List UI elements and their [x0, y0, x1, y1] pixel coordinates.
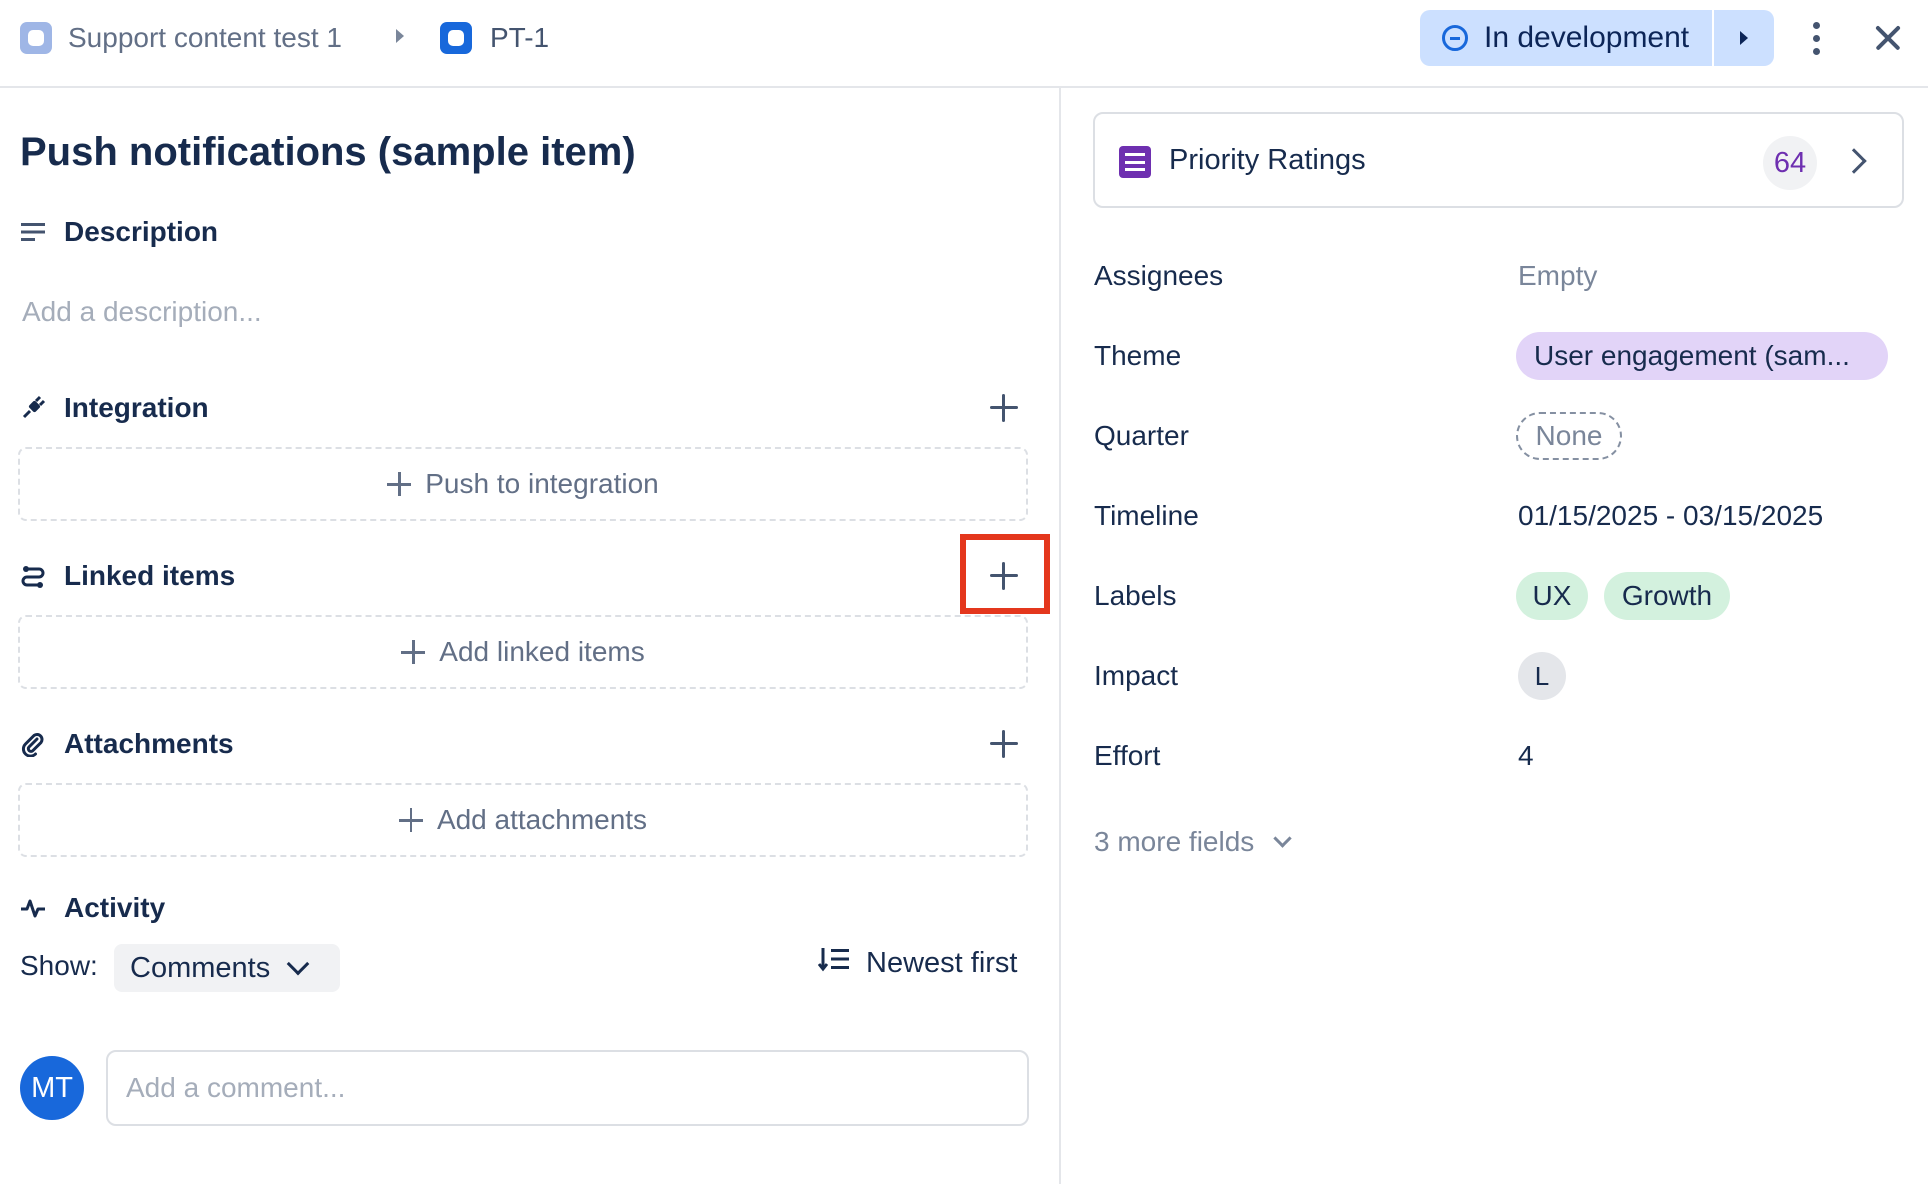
breadcrumb-item[interactable]: PT-1 [490, 20, 549, 56]
plug-icon [20, 395, 46, 421]
label-tag[interactable]: Growth [1604, 572, 1730, 620]
activity-heading-label: Activity [64, 892, 166, 923]
timeline-value[interactable]: 01/15/2025 - 03/15/2025 [1518, 500, 1823, 532]
integration-heading-label: Integration [64, 392, 209, 423]
close-icon[interactable] [1868, 18, 1908, 58]
project-icon [20, 22, 52, 54]
plus-icon [398, 808, 423, 832]
add-linked-items-button[interactable]: Add linked items [18, 615, 1028, 689]
priority-ratings-count: 64 [1763, 136, 1817, 190]
more-fields-label: 3 more fields [1094, 826, 1255, 857]
activity-heading: Activity [20, 888, 165, 928]
add-attachment-button[interactable] [984, 724, 1024, 764]
label-tag[interactable]: UX [1516, 572, 1588, 620]
highlight-annotation [960, 534, 1050, 614]
description-input[interactable]: Add a description... [22, 296, 262, 328]
more-options-icon[interactable] [1800, 16, 1832, 60]
activity-icon [20, 895, 46, 921]
add-linked-items-label: Add linked items [439, 636, 645, 667]
paperclip-icon [20, 731, 46, 758]
quarter-label: Quarter [1094, 420, 1189, 451]
quarter-value[interactable]: None [1516, 412, 1622, 460]
status-transition-button[interactable] [1712, 10, 1774, 66]
chevron-down-icon [1273, 828, 1292, 848]
breadcrumb-separator-icon [396, 29, 404, 43]
in-progress-icon [1442, 25, 1468, 51]
attachments-heading: Attachments [20, 724, 234, 764]
timeline-label: Timeline [1094, 500, 1199, 531]
priority-ratings-label: Priority Ratings [1169, 144, 1366, 176]
add-attachments-button[interactable]: Add attachments [18, 783, 1028, 857]
sort-order-label: Newest first [866, 946, 1018, 979]
labels-label: Labels [1094, 580, 1177, 611]
effort-value[interactable]: 4 [1518, 740, 1534, 772]
chevron-down-icon [286, 952, 310, 976]
description-heading-label: Description [64, 216, 219, 247]
push-to-integration-label: Push to integration [425, 468, 659, 499]
more-fields-toggle[interactable]: 3 more fields [1094, 826, 1292, 858]
sort-icon [817, 946, 850, 980]
attachments-heading-label: Attachments [64, 728, 234, 759]
sort-order-button[interactable]: Newest first [817, 946, 1018, 980]
chevron-right-icon [1841, 148, 1867, 174]
linked-items-icon [20, 563, 46, 589]
integration-heading: Integration [20, 388, 209, 428]
pane-divider [1059, 88, 1061, 1184]
avatar: MT [20, 1056, 84, 1120]
item-title[interactable]: Push notifications (sample item) [20, 124, 636, 180]
impact-label: Impact [1094, 660, 1179, 691]
theme-value[interactable]: User engagement (sam... [1516, 332, 1888, 380]
description-heading: Description [20, 212, 218, 252]
assignees-label: Assignees [1094, 260, 1224, 291]
linked-items-heading-label: Linked items [64, 560, 236, 591]
status-control: In development [1420, 10, 1774, 66]
activity-filter-select[interactable]: Comments [114, 944, 340, 992]
description-icon [20, 219, 46, 245]
activity-filter-value: Comments [130, 951, 271, 984]
plus-icon [387, 472, 412, 496]
show-filter-label: Show: [20, 950, 98, 981]
item-type-icon [440, 22, 472, 54]
assignees-value[interactable]: Empty [1518, 260, 1597, 292]
priority-ratings-icon [1119, 146, 1151, 178]
breadcrumb-project[interactable]: Support content test 1 [68, 20, 342, 56]
add-attachments-label: Add attachments [436, 804, 648, 835]
plus-icon [401, 640, 426, 664]
status-button[interactable]: In development [1420, 10, 1712, 66]
add-integration-button[interactable] [984, 388, 1024, 428]
linked-items-heading: Linked items [20, 556, 235, 596]
effort-label: Effort [1094, 740, 1161, 771]
priority-ratings-card[interactable]: Priority Ratings 64 [1093, 112, 1904, 208]
impact-value[interactable]: L [1518, 652, 1566, 700]
header-bar: Support content test 1 PT-1 In developme… [0, 0, 1928, 88]
push-to-integration-button[interactable]: Push to integration [18, 447, 1028, 521]
status-label: In development [1484, 21, 1690, 54]
theme-label: Theme [1094, 340, 1182, 371]
comment-input[interactable] [106, 1050, 1029, 1126]
